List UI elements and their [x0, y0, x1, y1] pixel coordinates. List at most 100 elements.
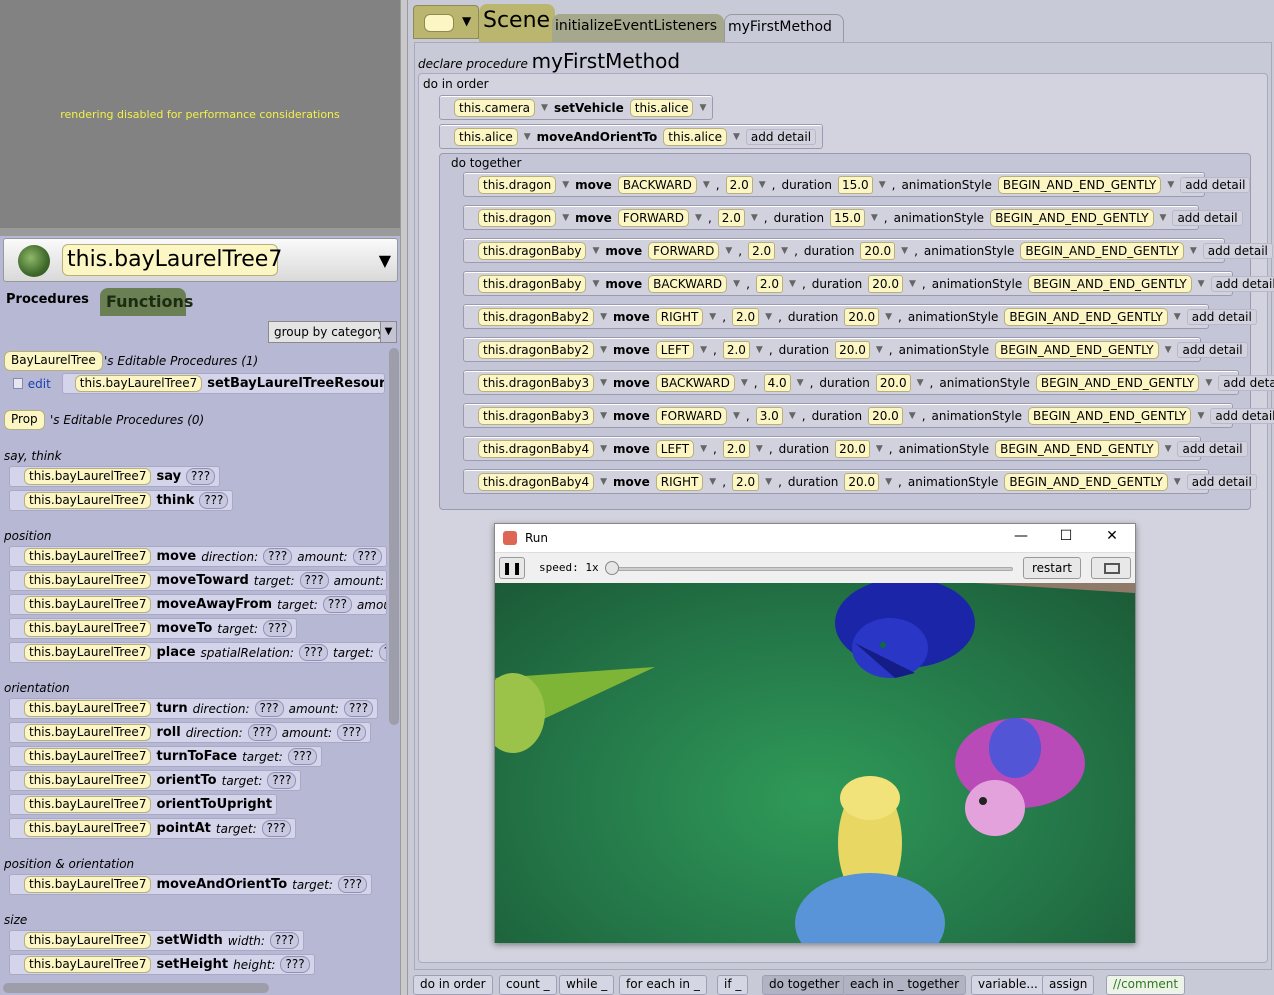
amount-chip[interactable]: 2.0 — [722, 340, 750, 359]
text-param[interactable]: ??? — [199, 492, 229, 509]
orient-to-block[interactable]: this.bayLaurelTree7 orientTo target:??? — [9, 770, 302, 791]
param-value[interactable]: ??? — [352, 548, 382, 565]
close-icon[interactable]: ✕ — [1101, 528, 1123, 548]
move-statement[interactable]: this.dragonBaby ▼ move FORWARD ▼, 2.0 ▼, durati… — [463, 238, 1273, 263]
direction-chip[interactable]: BACKWARD — [617, 175, 697, 194]
count-tile[interactable]: count _ — [499, 975, 557, 995]
param-value[interactable]: ??? — [287, 748, 317, 765]
object-chip[interactable]: this.bayLaurelTree7 — [24, 620, 152, 637]
tab-initialize-event-listeners[interactable]: initializeEventListeners — [552, 14, 724, 42]
duration-chip[interactable]: 20.0 — [868, 406, 903, 425]
param-value[interactable]: ??? — [247, 724, 277, 741]
object-chip[interactable]: this.dragonBaby2 — [478, 307, 595, 326]
move-and-orient-statement[interactable]: this.alice ▼ moveAndOrientTo this.alice ▼ … — [439, 124, 824, 149]
move-to-block[interactable]: this.bayLaurelTree7 moveTo target:??? — [9, 618, 298, 639]
animation-style-chip[interactable]: BEGIN_AND_END_GENTLY — [1004, 472, 1168, 491]
for-each-tile[interactable]: for each in _ — [619, 975, 707, 995]
set-resource-block[interactable]: this.bayLaurelTree7 setBayLaurelTreeReso… — [61, 373, 385, 394]
do-together-block[interactable]: do together this.dragon ▼ move BACKWARD ▼, 2.… — [439, 153, 1274, 510]
param-value[interactable]: ??? — [263, 620, 293, 637]
minimize-icon[interactable]: — — [1010, 528, 1032, 548]
move-toward-block[interactable]: this.bayLaurelTree7 moveToward target:??? a… — [9, 570, 387, 591]
move-statement[interactable]: this.dragonBaby ▼ move BACKWARD ▼, 2.0 ▼, durat… — [463, 271, 1274, 296]
animation-style-chip[interactable]: BEGIN_AND_END_GENTLY — [1004, 307, 1168, 326]
move-block[interactable]: this.bayLaurelTree7 move direction:??? amou… — [9, 546, 387, 567]
param-value[interactable]: ??? — [261, 820, 291, 837]
amount-chip[interactable]: 4.0 — [763, 373, 791, 392]
duration-chip[interactable]: 20.0 — [835, 340, 870, 359]
tab-my-first-method[interactable]: myFirstMethod — [724, 14, 844, 42]
run-title-bar[interactable]: Run — ☐ ✕ — [495, 524, 1135, 552]
object-chip[interactable]: this.dragonBaby3 — [478, 373, 595, 392]
amount-chip[interactable]: 2.0 — [725, 175, 753, 194]
tab-functions[interactable]: Functions — [100, 288, 193, 316]
set-height-block[interactable]: this.bayLaurelTree7 setHeight height:??? — [9, 954, 315, 975]
object-chip[interactable]: this.dragonBaby4 — [478, 472, 595, 491]
move-statement[interactable]: this.dragonBaby4 ▼ move LEFT ▼, 2.0 ▼, duration… — [463, 436, 1248, 461]
say-block[interactable]: this.bayLaurelTree7 say??? — [9, 466, 221, 487]
add-detail-button[interactable]: add detail — [1180, 176, 1251, 193]
object-chip[interactable]: this.dragonBaby4 — [478, 439, 595, 458]
duration-chip[interactable]: 20.0 — [868, 274, 903, 293]
set-vehicle-statement[interactable]: this.camera ▼ setVehicle this.alice ▼ — [439, 95, 714, 120]
amount-chip[interactable]: 2.0 — [755, 274, 784, 293]
param-value[interactable]: ??? — [254, 700, 284, 717]
animation-style-chip[interactable]: BEGIN_AND_END_GENTLY — [995, 340, 1159, 359]
move-statement[interactable]: this.dragonBaby4 ▼ move RIGHT ▼, 2.0 ▼, duratio… — [463, 469, 1257, 494]
add-detail-button[interactable]: add detail — [1177, 341, 1248, 358]
amount-chip[interactable]: 2.0 — [722, 439, 750, 458]
direction-chip[interactable]: FORWARD — [648, 241, 720, 260]
do-together-tile[interactable]: do together — [762, 975, 847, 995]
panel-splitter[interactable] — [400, 0, 408, 995]
object-chip[interactable]: this.bayLaurelTree7 — [24, 724, 152, 741]
tab-scene[interactable]: Scene — [479, 4, 555, 42]
param-value[interactable]: ??? — [267, 772, 297, 789]
tab-procedures[interactable]: Procedures — [0, 288, 100, 316]
animation-style-chip[interactable]: BEGIN_AND_END_GENTLY — [995, 439, 1159, 458]
add-detail-button[interactable]: add detail — [1218, 374, 1274, 391]
arg-chip[interactable]: this.alice — [629, 98, 694, 117]
object-chip[interactable]: this.bayLaurelTree7 — [24, 932, 152, 949]
object-chip[interactable]: this.bayLaurelTree7 — [24, 820, 152, 837]
move-statement[interactable]: this.dragonBaby2 ▼ move LEFT ▼, 2.0 ▼, duration… — [463, 337, 1248, 362]
direction-chip[interactable]: LEFT — [655, 439, 695, 458]
add-detail-button[interactable]: add detail — [1202, 242, 1273, 259]
direction-chip[interactable]: BACKWARD — [655, 373, 735, 392]
object-chip[interactable]: this.bayLaurelTree7 — [24, 700, 152, 717]
each-in-together-tile[interactable]: each in _ together — [843, 975, 966, 995]
direction-chip[interactable]: BACKWARD — [648, 274, 728, 293]
set-width-block[interactable]: this.bayLaurelTree7 setWidth width:??? — [9, 930, 305, 951]
add-detail-button[interactable]: add detail — [1186, 308, 1257, 325]
duration-chip[interactable]: 20.0 — [844, 307, 880, 326]
object-chip[interactable]: this.alice — [454, 127, 518, 146]
object-chip[interactable]: this.bayLaurelTree7 — [24, 748, 152, 765]
add-detail-button[interactable]: add detail — [1177, 440, 1248, 457]
param-value[interactable]: ??? — [263, 548, 293, 565]
direction-chip[interactable]: RIGHT — [655, 472, 704, 491]
duration-chip[interactable]: 15.0 — [837, 175, 873, 194]
comment-tile[interactable]: //comment — [1106, 975, 1186, 995]
amount-chip[interactable]: 2.0 — [732, 307, 760, 326]
param-value[interactable]: ??? — [337, 724, 367, 741]
animation-style-chip[interactable]: BEGIN_AND_END_GENTLY — [1020, 241, 1184, 260]
preview-splitter[interactable] — [0, 228, 400, 236]
object-chip[interactable]: this.dragon — [478, 175, 557, 194]
object-chip[interactable]: this.dragon — [478, 208, 557, 227]
move-statement[interactable]: this.dragon ▼ move FORWARD ▼, 2.0 ▼, duration 15… — [463, 205, 1243, 230]
direction-chip[interactable]: LEFT — [655, 340, 695, 359]
speed-slider-thumb[interactable] — [605, 561, 619, 575]
amount-chip[interactable]: 2.0 — [748, 241, 776, 260]
scene-viewport[interactable] — [495, 583, 1135, 943]
arg-chip[interactable]: this.alice — [663, 127, 727, 146]
turn-to-face-block[interactable]: this.bayLaurelTree7 turnToFace target:??? — [9, 746, 322, 767]
duration-chip[interactable]: 20.0 — [860, 241, 896, 260]
restart-button[interactable]: restart — [1023, 557, 1081, 579]
object-chip[interactable]: this.bayLaurelTree7 — [24, 468, 152, 485]
param-value[interactable]: ??? — [269, 932, 300, 949]
object-chip[interactable]: this.bayLaurelTree7 — [24, 772, 152, 789]
object-chip[interactable]: this.dragonBaby3 — [478, 406, 595, 425]
while-tile[interactable]: while _ — [559, 975, 615, 995]
object-chip[interactable]: this.dragonBaby2 — [478, 340, 595, 359]
object-selector[interactable]: this.bayLaurelTree7 ▼ — [3, 238, 398, 282]
orient-to-upright-block[interactable]: this.bayLaurelTree7 orientToUpright — [9, 794, 278, 815]
